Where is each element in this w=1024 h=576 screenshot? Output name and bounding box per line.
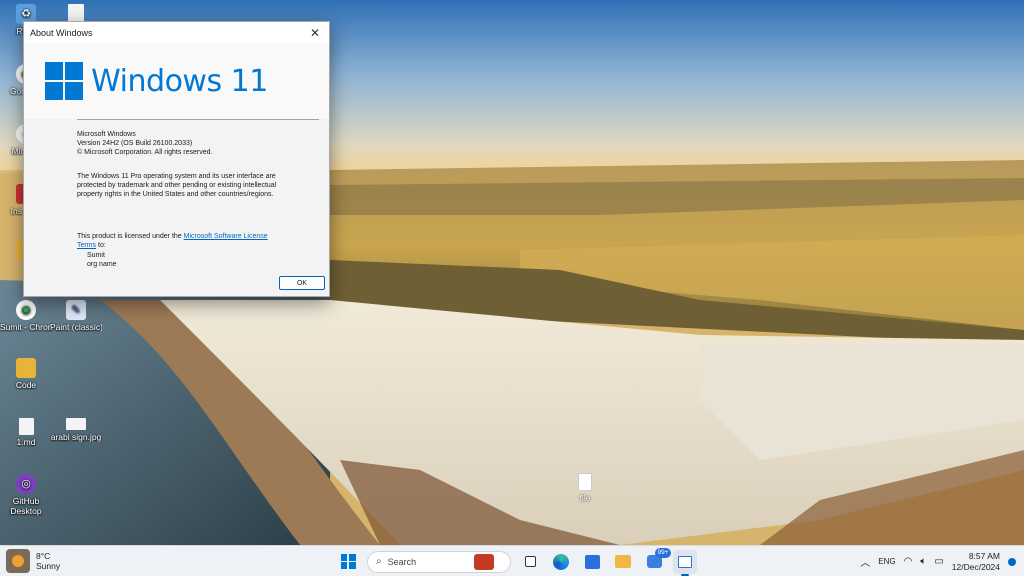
desktop: ♻ Recy ◉ Goo Chr ◐ Micr Ed ⬇ Ins Dow ◉ S…: [0, 0, 1024, 545]
weather-temp: 8°C: [36, 551, 51, 561]
github-desktop-icon: ◎: [16, 474, 36, 494]
image-file-icon: [66, 418, 86, 430]
store-icon: [584, 554, 600, 569]
icon-label: arabi sign.jpg: [50, 432, 102, 442]
clock-time: 8:57 AM: [968, 550, 1000, 561]
clock-date: 12/Dec/2024: [951, 561, 1000, 572]
task-view-button[interactable]: [518, 550, 542, 574]
image-file-shortcut[interactable]: arabi sign.jpg: [50, 418, 102, 442]
icon-label: Paint (classic): [50, 322, 102, 332]
about-windows-taskbar-button[interactable]: [673, 549, 697, 576]
edge-icon: [553, 553, 569, 570]
legal-text: The Windows 11 Pro operating system and …: [77, 172, 277, 199]
text-file-icon: [18, 418, 34, 435]
file-icon: [578, 473, 592, 491]
copyright-text: © Microsoft Corporation. All rights rese…: [77, 149, 213, 157]
close-icon[interactable]: ✕: [301, 22, 329, 43]
wifi-icon[interactable]: ◠: [904, 556, 913, 567]
version-text: Version 24H2 (OS Build 26100.2033): [77, 140, 193, 148]
text-file-shortcut[interactable]: 1.md: [0, 418, 52, 447]
teams-taskbar-button[interactable]: 99+: [642, 547, 671, 574]
weather-text: 8°C Sunny: [36, 551, 60, 571]
edge-taskbar-button[interactable]: [549, 550, 573, 574]
icon-label: file: [579, 493, 591, 503]
logo-text: Windows 11: [91, 63, 268, 99]
pdf-file-shortcut[interactable]: file: [570, 473, 600, 503]
folder-icon: [16, 358, 36, 378]
code-folder-shortcut[interactable]: Code: [0, 358, 52, 390]
search-box[interactable]: ⌕ Search: [367, 550, 511, 573]
notification-badge: 99+: [655, 547, 671, 558]
chrome-icon: ◉: [16, 300, 36, 320]
search-icon: ⌕: [376, 556, 382, 567]
start-button[interactable]: [336, 550, 360, 574]
explorer-taskbar-button[interactable]: [611, 550, 635, 574]
dialog-info: Microsoft Windows Version 24H2 (OS Build…: [24, 120, 329, 269]
windows-logo-icon: [340, 554, 356, 569]
ok-button[interactable]: OK: [279, 276, 325, 290]
license-prefix: This product is licensed under the: [77, 233, 184, 241]
windows-logo-icon: [45, 62, 84, 100]
about-windows-dialog: About Windows ✕ Windows 11 Microsoft Win…: [23, 21, 330, 297]
language-indicator[interactable]: ENG: [878, 557, 895, 566]
paint-icon: ✎: [66, 300, 86, 320]
clock[interactable]: 8:57 AM 12/Dec/2024: [952, 551, 1000, 573]
chevron-up-icon[interactable]: ︿: [860, 554, 870, 569]
notification-dot-icon[interactable]: [1008, 557, 1016, 566]
weather-desc: Sunny: [36, 561, 61, 571]
store-taskbar-button[interactable]: [580, 550, 604, 574]
licensed-org: org name: [87, 260, 117, 268]
icon-label: GitHub Desktop: [10, 496, 42, 516]
icon-label: Sumit - Chrome: [0, 322, 52, 332]
icon-label: Code: [15, 380, 37, 390]
task-view-icon: [524, 556, 536, 567]
battery-icon[interactable]: ▭: [934, 556, 943, 567]
taskbar-apps: ⌕ Search 99+: [336, 547, 697, 576]
dialog-titlebar[interactable]: About Windows ✕: [24, 22, 329, 43]
licensed-user: Sumit: [87, 251, 105, 259]
volume-icon[interactable]: 🔈︎: [920, 556, 926, 567]
folder-icon: [615, 555, 631, 568]
taskbar: 8°C Sunny ⌕ Search 99+ ︿ ENG ◠ 🔈︎ ▭ 8:57…: [0, 545, 1024, 576]
product-name: Microsoft Windows: [77, 131, 136, 138]
search-placeholder: Search: [387, 556, 417, 567]
search-highlight-icon: [474, 553, 494, 570]
license-statement: This product is licensed under the Micro…: [77, 232, 287, 250]
weather-icon: [6, 549, 30, 573]
weather-widget[interactable]: 8°C Sunny: [6, 549, 60, 573]
windows-logo-banner: Windows 11: [24, 43, 329, 119]
paint-shortcut[interactable]: ✎ Paint (classic): [50, 300, 102, 332]
icon-label: 1.md: [16, 437, 36, 447]
sumit-chrome-shortcut[interactable]: ◉ Sumit - Chrome: [0, 300, 52, 332]
window-icon: [678, 555, 692, 568]
active-indicator: [681, 573, 689, 576]
license-suffix: to:: [96, 242, 106, 250]
github-desktop-shortcut[interactable]: ◎ GitHub Desktop: [0, 474, 52, 516]
system-tray: ︿ ENG ◠ 🔈︎ ▭ 8:57 AM 12/Dec/2024: [860, 549, 1016, 574]
dialog-title: About Windows: [30, 27, 93, 38]
